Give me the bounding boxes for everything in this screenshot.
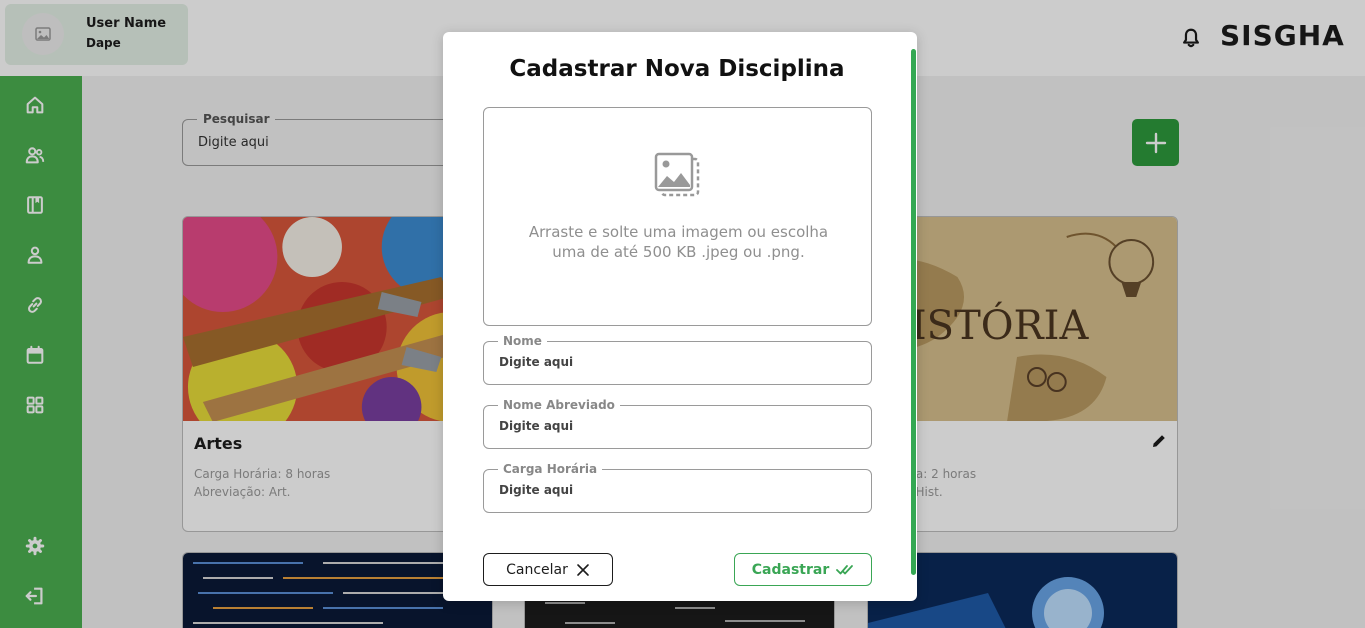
cancel-button[interactable]: Cancelar bbox=[483, 553, 613, 586]
field-label: Carga Horária bbox=[498, 462, 603, 476]
cancel-label: Cancelar bbox=[506, 561, 568, 578]
close-icon bbox=[577, 563, 589, 576]
nome-field[interactable]: Nome bbox=[483, 334, 872, 385]
image-dropzone[interactable]: Arraste e solte uma imagem ou escolha um… bbox=[483, 107, 872, 326]
nome-abreviado-field[interactable]: Nome Abreviado bbox=[483, 398, 872, 449]
field-label: Nome Abreviado bbox=[498, 398, 620, 412]
submit-button[interactable]: Cadastrar bbox=[734, 553, 872, 586]
nome-abreviado-input[interactable] bbox=[499, 419, 849, 433]
double-check-icon bbox=[836, 564, 854, 574]
carga-horaria-input[interactable] bbox=[499, 483, 849, 497]
modal-scrollbar[interactable] bbox=[911, 49, 916, 575]
image-upload-icon bbox=[654, 152, 700, 197]
submit-label: Cadastrar bbox=[751, 561, 830, 578]
carga-horaria-field[interactable]: Carga Horária bbox=[483, 462, 872, 513]
nome-input[interactable] bbox=[499, 355, 849, 369]
create-discipline-modal: Cadastrar Nova Disciplina Arraste e solt… bbox=[443, 32, 917, 601]
modal-title: Cadastrar Nova Disciplina bbox=[509, 56, 845, 82]
field-label: Nome bbox=[498, 334, 547, 348]
dropzone-text: Arraste e solte uma imagem ou escolha um… bbox=[528, 223, 829, 261]
